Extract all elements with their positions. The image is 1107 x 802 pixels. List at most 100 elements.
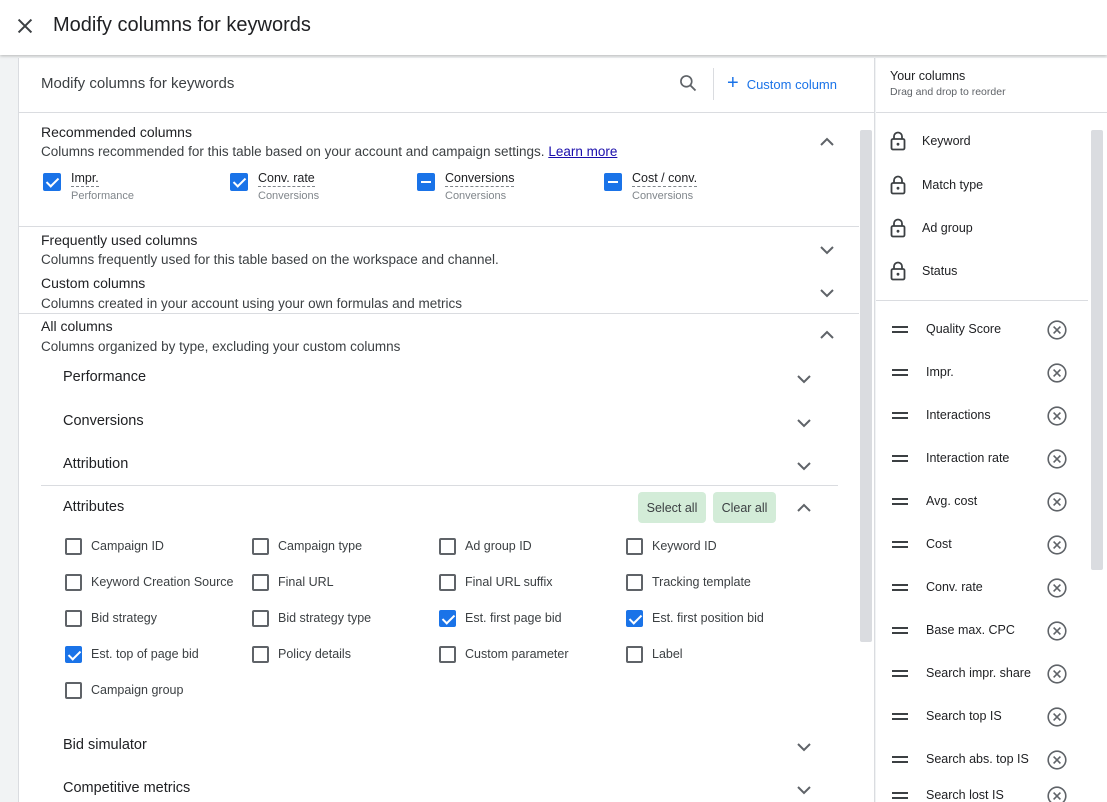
your-column-item[interactable]: Quality Score: [892, 319, 1072, 341]
drag-handle-icon[interactable]: [892, 756, 908, 763]
attr-final-url[interactable]: Final URL: [252, 572, 334, 592]
recommended-item-cost-conv[interactable]: Cost / conv. Conversions: [604, 171, 698, 205]
attr-ad-group-id[interactable]: Ad group ID: [439, 536, 532, 556]
drag-handle-icon[interactable]: [892, 498, 908, 505]
attr-checkbox[interactable]: [252, 645, 269, 663]
collapse-recommended-chevron-up-icon[interactable]: [819, 136, 835, 146]
drag-handle-icon[interactable]: [892, 369, 908, 376]
impr-checkbox[interactable]: [43, 173, 61, 191]
remove-column-icon[interactable]: [1046, 749, 1068, 771]
expand-frequent-chevron-down-icon[interactable]: [819, 245, 835, 255]
attr-bid-strategy-type[interactable]: Bid strategy type: [252, 608, 371, 628]
attr-checkbox[interactable]: [626, 645, 643, 663]
expand-custom-chevron-down-icon[interactable]: [819, 288, 835, 298]
remove-column-icon[interactable]: [1046, 663, 1068, 685]
your-column-item[interactable]: Conv. rate: [892, 577, 1072, 599]
drag-handle-icon[interactable]: [892, 670, 908, 677]
remove-column-icon[interactable]: [1046, 577, 1068, 599]
attr-final-url-suffix[interactable]: Final URL suffix: [439, 572, 553, 592]
remove-column-icon[interactable]: [1046, 785, 1068, 802]
expand-competitive-metrics-chevron-down-icon[interactable]: [796, 785, 812, 795]
recommended-item-conv-rate[interactable]: Conv. rate Conversions: [230, 171, 319, 205]
drag-handle-icon[interactable]: [892, 326, 908, 333]
your-column-item[interactable]: Search impr. share: [892, 663, 1072, 685]
recommended-item-impr[interactable]: Impr. Performance: [43, 171, 134, 205]
attr-checkbox[interactable]: [252, 537, 269, 555]
your-column-item[interactable]: Search lost IS: [892, 785, 1072, 802]
your-column-item[interactable]: Cost: [892, 534, 1072, 556]
clear-all-button[interactable]: Clear all: [713, 492, 776, 523]
custom-column-button[interactable]: + Custom column: [727, 72, 837, 96]
attr-checkbox[interactable]: [626, 537, 643, 555]
drag-handle-icon[interactable]: [892, 541, 908, 548]
your-column-item[interactable]: Impr.: [892, 362, 1072, 384]
your-column-item[interactable]: Interaction rate: [892, 448, 1072, 470]
select-all-button[interactable]: Select all: [638, 492, 706, 523]
expand-attribution-chevron-down-icon[interactable]: [796, 461, 812, 471]
attr-est-first-position-bid[interactable]: Est. first position bid: [626, 608, 764, 628]
expand-performance-chevron-down-icon[interactable]: [796, 374, 812, 384]
drag-handle-icon[interactable]: [892, 584, 908, 591]
group-bid-simulator[interactable]: Bid simulator: [63, 737, 147, 753]
attr-est-first-page-bid[interactable]: Est. first page bid: [439, 608, 562, 628]
panel-scrollbar[interactable]: [860, 130, 872, 642]
remove-column-icon[interactable]: [1046, 491, 1068, 513]
remove-column-icon[interactable]: [1046, 534, 1068, 556]
search-icon[interactable]: [678, 73, 698, 93]
expand-conversions-chevron-down-icon[interactable]: [796, 418, 812, 428]
learn-more-link[interactable]: Learn more: [548, 144, 617, 159]
attr-label-item[interactable]: Label: [626, 644, 683, 664]
group-competitive-metrics[interactable]: Competitive metrics: [63, 780, 190, 796]
your-column-item[interactable]: Search abs. top IS: [892, 749, 1072, 771]
conversions-checkbox[interactable]: [417, 173, 435, 191]
attr-checkbox[interactable]: [626, 609, 643, 627]
remove-column-icon[interactable]: [1046, 362, 1068, 384]
drag-handle-icon[interactable]: [892, 713, 908, 720]
your-column-item[interactable]: Avg. cost: [892, 491, 1072, 513]
cost-conv-checkbox[interactable]: [604, 173, 622, 191]
remove-column-icon[interactable]: [1046, 405, 1068, 427]
attr-campaign-type[interactable]: Campaign type: [252, 536, 362, 556]
attr-checkbox[interactable]: [65, 609, 82, 627]
attr-checkbox[interactable]: [252, 609, 269, 627]
remove-column-icon[interactable]: [1046, 448, 1068, 470]
expand-bid-simulator-chevron-down-icon[interactable]: [796, 742, 812, 752]
conv-rate-checkbox[interactable]: [230, 173, 248, 191]
attr-custom-parameter[interactable]: Custom parameter: [439, 644, 569, 664]
attr-keyword-creation-source[interactable]: Keyword Creation Source: [65, 572, 233, 592]
attr-checkbox[interactable]: [439, 537, 456, 555]
attr-checkbox[interactable]: [65, 537, 82, 555]
collapse-all-chevron-up-icon[interactable]: [819, 329, 835, 339]
attr-campaign-id[interactable]: Campaign ID: [65, 536, 164, 556]
drag-handle-icon[interactable]: [892, 792, 908, 799]
group-attribution[interactable]: Attribution: [63, 456, 128, 472]
attr-policy-details[interactable]: Policy details: [252, 644, 351, 664]
attr-keyword-id[interactable]: Keyword ID: [626, 536, 717, 556]
attr-checkbox[interactable]: [65, 573, 82, 591]
remove-column-icon[interactable]: [1046, 620, 1068, 642]
attr-checkbox[interactable]: [252, 573, 269, 591]
group-conversions[interactable]: Conversions: [63, 413, 144, 429]
collapse-attributes-chevron-up-icon[interactable]: [796, 502, 812, 512]
your-column-item[interactable]: Base max. CPC: [892, 620, 1072, 642]
your-column-item[interactable]: Interactions: [892, 405, 1072, 427]
attr-tracking-template[interactable]: Tracking template: [626, 572, 751, 592]
remove-column-icon[interactable]: [1046, 706, 1068, 728]
attr-campaign-group[interactable]: Campaign group: [65, 680, 183, 700]
remove-column-icon[interactable]: [1046, 319, 1068, 341]
attr-checkbox[interactable]: [439, 573, 456, 591]
drag-handle-icon[interactable]: [892, 412, 908, 419]
attr-checkbox[interactable]: [439, 609, 456, 627]
group-performance[interactable]: Performance: [63, 369, 146, 385]
your-column-item[interactable]: Search top IS: [892, 706, 1072, 728]
your-columns-scrollbar[interactable]: [1091, 130, 1103, 570]
close-icon[interactable]: [14, 15, 36, 37]
drag-handle-icon[interactable]: [892, 455, 908, 462]
attr-checkbox[interactable]: [439, 645, 456, 663]
drag-handle-icon[interactable]: [892, 627, 908, 634]
attr-checkbox[interactable]: [65, 681, 82, 699]
attr-checkbox[interactable]: [626, 573, 643, 591]
attr-bid-strategy[interactable]: Bid strategy: [65, 608, 157, 628]
attr-est-top-of-page-bid[interactable]: Est. top of page bid: [65, 644, 199, 664]
attr-checkbox[interactable]: [65, 645, 82, 663]
